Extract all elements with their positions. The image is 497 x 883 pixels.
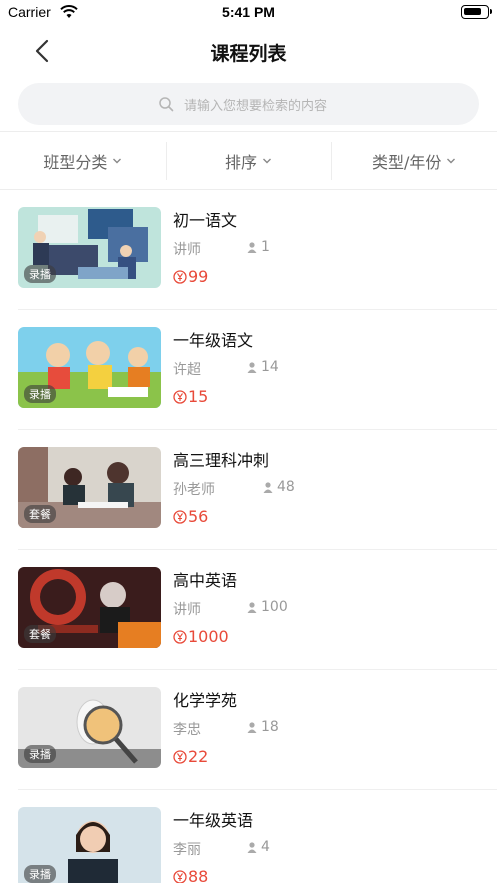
course-price-value: 15 (188, 387, 209, 406)
coin-icon (173, 509, 187, 524)
course-item[interactable]: 录播 一年级语文 许超 14 15 (18, 310, 497, 430)
battery-fill (464, 8, 481, 15)
chevron-down-icon (113, 158, 122, 163)
course-teacher: 李忠 (173, 722, 201, 738)
course-title: 一年级英语 (173, 811, 254, 830)
course-teacher: 孙老师 (173, 482, 215, 498)
course-item[interactable]: 录播 化学学苑 李忠 18 22 (18, 670, 497, 790)
course-student-count: 48 (277, 479, 295, 495)
course-students: 4 (247, 839, 270, 855)
course-price-value: 99 (188, 267, 209, 286)
course-thumbnail: 套餐 (18, 447, 161, 528)
course-thumbnail: 录播 (18, 807, 161, 883)
course-title: 一年级语文 (173, 331, 254, 350)
course-tag: 录播 (24, 865, 56, 883)
course-price-value: 22 (188, 747, 209, 766)
nav-bar: 课程列表 (0, 26, 497, 76)
filter-type-year[interactable]: 类型/年份 (331, 132, 497, 189)
course-student-count: 4 (261, 839, 270, 855)
course-tag: 套餐 (24, 505, 56, 523)
course-item[interactable]: 套餐 高三理科冲刺 孙老师 48 56 (18, 430, 497, 550)
person-icon (263, 481, 273, 493)
person-icon (247, 841, 257, 853)
filter-label: 类型/年份 (371, 152, 442, 172)
course-price: 56 (173, 507, 208, 526)
course-item[interactable]: 套餐 高中英语 讲师 100 1000 (18, 550, 497, 670)
person-icon (247, 361, 257, 373)
coin-icon (173, 269, 187, 284)
course-thumbnail: 套餐 (18, 567, 161, 648)
coin-icon (173, 869, 187, 883)
chevron-down-icon (447, 158, 456, 163)
search-placeholder: 请输入您想要检索的内容 (184, 99, 328, 114)
course-thumbnail: 录播 (18, 687, 161, 768)
course-tag: 套餐 (24, 625, 56, 643)
filter-bar: 班型分类 排序 类型/年份 (0, 131, 497, 190)
course-student-count: 100 (261, 599, 288, 615)
course-students: 1 (247, 239, 270, 255)
chevron-down-icon (263, 158, 272, 163)
person-icon (247, 601, 257, 613)
person-icon (247, 241, 257, 253)
filter-class-type[interactable]: 班型分类 (0, 132, 166, 189)
search-icon (159, 97, 174, 112)
course-thumbnail: 录播 (18, 207, 161, 288)
status-bar: Carrier 5:41 PM (0, 0, 497, 26)
course-price: 88 (173, 867, 208, 883)
person-icon (247, 721, 257, 733)
course-thumbnail: 录播 (18, 327, 161, 408)
coin-icon (173, 629, 187, 644)
course-tag: 录播 (24, 745, 56, 763)
course-title: 高中英语 (173, 571, 238, 590)
course-price: 22 (173, 747, 208, 766)
course-students: 48 (263, 479, 295, 495)
course-price-value: 88 (188, 867, 209, 883)
course-list: 录播 初一语文 讲师 1 99 录播 一年级语文 许超 14 15 套餐 高三理… (0, 190, 497, 883)
course-title: 化学学苑 (173, 691, 238, 710)
course-students: 18 (247, 719, 279, 735)
course-student-count: 1 (261, 239, 270, 255)
course-item[interactable]: 录播 一年级英语 李丽 4 88 (18, 790, 497, 883)
filter-label: 排序 (225, 152, 258, 172)
course-price: 15 (173, 387, 208, 406)
coin-icon (173, 749, 187, 764)
filter-label: 班型分类 (43, 152, 108, 172)
coin-icon (173, 389, 187, 404)
course-item[interactable]: 录播 初一语文 讲师 1 99 (18, 190, 497, 310)
course-teacher: 李丽 (173, 842, 201, 858)
course-tag: 录播 (24, 265, 56, 283)
battery-icon (461, 5, 492, 19)
course-title: 高三理科冲刺 (173, 451, 270, 470)
course-price: 1000 (173, 627, 229, 646)
course-tag: 录播 (24, 385, 56, 403)
search-input[interactable]: 请输入您想要检索的内容 (18, 83, 479, 125)
status-time: 5:41 PM (222, 4, 275, 20)
page-title: 课程列表 (210, 43, 287, 65)
course-teacher: 许超 (173, 362, 201, 378)
course-teacher: 讲师 (173, 242, 201, 258)
course-title: 初一语文 (173, 211, 238, 230)
course-price: 99 (173, 267, 208, 286)
course-student-count: 18 (261, 719, 279, 735)
course-teacher: 讲师 (173, 602, 201, 618)
course-students: 14 (247, 359, 279, 375)
course-price-value: 1000 (188, 627, 229, 646)
course-students: 100 (247, 599, 288, 615)
course-student-count: 14 (261, 359, 279, 375)
filter-sort[interactable]: 排序 (165, 132, 332, 189)
course-price-value: 56 (188, 507, 209, 526)
